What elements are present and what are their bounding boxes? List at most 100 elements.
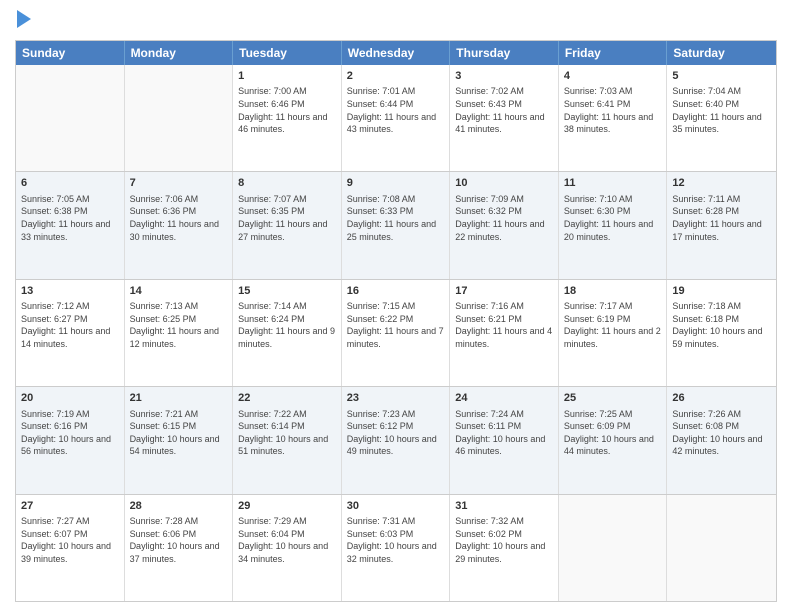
day-number: 18 [564,284,662,299]
calendar-cell: 12 Sunrise: 7:11 AM Sunset: 6:28 PM Dayli… [667,172,776,278]
calendar-cell: 11 Sunrise: 7:10 AM Sunset: 6:30 PM Dayli… [559,172,668,278]
cell-detail: Sunrise: 7:07 AM Sunset: 6:35 PM Dayligh… [238,193,336,243]
cell-detail: Sunrise: 7:00 AM Sunset: 6:46 PM Dayligh… [238,85,336,135]
calendar-row: 1Sunrise: 7:00 AM Sunset: 6:46 PM Daylig… [16,65,776,171]
calendar-cell [667,495,776,601]
cell-detail: Sunrise: 7:21 AM Sunset: 6:15 PM Dayligh… [130,408,228,458]
cell-detail: Sunrise: 7:15 AM Sunset: 6:22 PM Dayligh… [347,300,445,350]
cell-detail: Sunrise: 7:05 AM Sunset: 6:38 PM Dayligh… [21,193,119,243]
calendar-cell: 19Sunrise: 7:18 AM Sunset: 6:18 PM Dayli… [667,280,776,386]
day-number: 15 [238,284,336,299]
day-number: 23 [347,391,445,406]
cell-detail: Sunrise: 7:31 AM Sunset: 6:03 PM Dayligh… [347,515,445,565]
cell-detail: Sunrise: 7:17 AM Sunset: 6:19 PM Dayligh… [564,300,662,350]
calendar-cell: 24 Sunrise: 7:24 AM Sunset: 6:11 PM Dayli… [450,387,559,493]
day-number: 7 [130,176,228,191]
day-of-week-header: Friday [559,41,668,65]
day-number: 28 [130,499,228,514]
day-number: 26 [672,391,771,406]
calendar-cell: 8 Sunrise: 7:07 AM Sunset: 6:35 PM Daylig… [233,172,342,278]
day-number: 20 [21,391,119,406]
day-of-week-header: Saturday [667,41,776,65]
cell-detail: Sunrise: 7:01 AM Sunset: 6:44 PM Dayligh… [347,85,445,135]
day-of-week-header: Sunday [16,41,125,65]
cell-detail: Sunrise: 7:23 AM Sunset: 6:12 PM Dayligh… [347,408,445,458]
calendar-cell: 30Sunrise: 7:31 AM Sunset: 6:03 PM Dayli… [342,495,451,601]
cell-detail: Sunrise: 7:25 AM Sunset: 6:09 PM Dayligh… [564,408,662,458]
calendar-cell [559,495,668,601]
calendar-cell: 2Sunrise: 7:01 AM Sunset: 6:44 PM Daylig… [342,65,451,171]
cell-detail: Sunrise: 7:32 AM Sunset: 6:02 PM Dayligh… [455,515,553,565]
calendar-cell [125,65,234,171]
cell-detail: Sunrise: 7:11 AM Sunset: 6:28 PM Dayligh… [672,193,771,243]
cell-detail: Sunrise: 7:09 AM Sunset: 6:32 PM Dayligh… [455,193,553,243]
day-number: 10 [455,176,553,191]
day-of-week-header: Wednesday [342,41,451,65]
calendar-cell: 26 Sunrise: 7:26 AM Sunset: 6:08 PM Dayli… [667,387,776,493]
cell-detail: Sunrise: 7:10 AM Sunset: 6:30 PM Dayligh… [564,193,662,243]
calendar-row: 13Sunrise: 7:12 AM Sunset: 6:27 PM Dayli… [16,279,776,386]
calendar-body: 1Sunrise: 7:00 AM Sunset: 6:46 PM Daylig… [16,65,776,601]
cell-detail: Sunrise: 7:12 AM Sunset: 6:27 PM Dayligh… [21,300,119,350]
logo [15,10,31,32]
day-number: 2 [347,69,445,84]
calendar-cell [16,65,125,171]
calendar-cell: 16Sunrise: 7:15 AM Sunset: 6:22 PM Dayli… [342,280,451,386]
header [15,10,777,32]
calendar-cell: 9 Sunrise: 7:08 AM Sunset: 6:33 PM Daylig… [342,172,451,278]
calendar-cell: 28Sunrise: 7:28 AM Sunset: 6:06 PM Dayli… [125,495,234,601]
calendar-cell: 20Sunrise: 7:19 AM Sunset: 6:16 PM Dayli… [16,387,125,493]
day-number: 19 [672,284,771,299]
day-number: 27 [21,499,119,514]
cell-detail: Sunrise: 7:18 AM Sunset: 6:18 PM Dayligh… [672,300,771,350]
calendar-cell: 17Sunrise: 7:16 AM Sunset: 6:21 PM Dayli… [450,280,559,386]
day-number: 17 [455,284,553,299]
cell-detail: Sunrise: 7:14 AM Sunset: 6:24 PM Dayligh… [238,300,336,350]
day-number: 31 [455,499,553,514]
cell-detail: Sunrise: 7:29 AM Sunset: 6:04 PM Dayligh… [238,515,336,565]
day-number: 21 [130,391,228,406]
cell-detail: Sunrise: 7:04 AM Sunset: 6:40 PM Dayligh… [672,85,771,135]
day-of-week-header: Monday [125,41,234,65]
day-number: 8 [238,176,336,191]
day-number: 12 [672,176,771,191]
calendar-cell: 27Sunrise: 7:27 AM Sunset: 6:07 PM Dayli… [16,495,125,601]
calendar-header: SundayMondayTuesdayWednesdayThursdayFrid… [16,41,776,65]
cell-detail: Sunrise: 7:03 AM Sunset: 6:41 PM Dayligh… [564,85,662,135]
day-number: 4 [564,69,662,84]
cell-detail: Sunrise: 7:22 AM Sunset: 6:14 PM Dayligh… [238,408,336,458]
day-number: 24 [455,391,553,406]
calendar-row: 6Sunrise: 7:05 AM Sunset: 6:38 PM Daylig… [16,171,776,278]
cell-detail: Sunrise: 7:26 AM Sunset: 6:08 PM Dayligh… [672,408,771,458]
day-number: 1 [238,69,336,84]
cell-detail: Sunrise: 7:08 AM Sunset: 6:33 PM Dayligh… [347,193,445,243]
calendar-cell: 3Sunrise: 7:02 AM Sunset: 6:43 PM Daylig… [450,65,559,171]
page: SundayMondayTuesdayWednesdayThursdayFrid… [0,0,792,612]
calendar-cell: 21 Sunrise: 7:21 AM Sunset: 6:15 PM Dayli… [125,387,234,493]
cell-detail: Sunrise: 7:13 AM Sunset: 6:25 PM Dayligh… [130,300,228,350]
cell-detail: Sunrise: 7:02 AM Sunset: 6:43 PM Dayligh… [455,85,553,135]
calendar-cell: 14Sunrise: 7:13 AM Sunset: 6:25 PM Dayli… [125,280,234,386]
cell-detail: Sunrise: 7:28 AM Sunset: 6:06 PM Dayligh… [130,515,228,565]
calendar-cell: 4Sunrise: 7:03 AM Sunset: 6:41 PM Daylig… [559,65,668,171]
calendar-cell: 10 Sunrise: 7:09 AM Sunset: 6:32 PM Dayli… [450,172,559,278]
day-number: 16 [347,284,445,299]
logo-arrow-icon [17,10,31,28]
calendar-row: 20Sunrise: 7:19 AM Sunset: 6:16 PM Dayli… [16,386,776,493]
calendar-cell: 29Sunrise: 7:29 AM Sunset: 6:04 PM Dayli… [233,495,342,601]
calendar-cell: 23 Sunrise: 7:23 AM Sunset: 6:12 PM Dayli… [342,387,451,493]
day-number: 29 [238,499,336,514]
cell-detail: Sunrise: 7:24 AM Sunset: 6:11 PM Dayligh… [455,408,553,458]
calendar: SundayMondayTuesdayWednesdayThursdayFrid… [15,40,777,602]
cell-detail: Sunrise: 7:27 AM Sunset: 6:07 PM Dayligh… [21,515,119,565]
calendar-cell: 6Sunrise: 7:05 AM Sunset: 6:38 PM Daylig… [16,172,125,278]
day-number: 11 [564,176,662,191]
calendar-cell: 22Sunrise: 7:22 AM Sunset: 6:14 PM Dayli… [233,387,342,493]
day-number: 9 [347,176,445,191]
day-number: 5 [672,69,771,84]
cell-detail: Sunrise: 7:16 AM Sunset: 6:21 PM Dayligh… [455,300,553,350]
day-of-week-header: Tuesday [233,41,342,65]
logo-text [15,10,31,32]
calendar-cell: 13Sunrise: 7:12 AM Sunset: 6:27 PM Dayli… [16,280,125,386]
calendar-cell: 31Sunrise: 7:32 AM Sunset: 6:02 PM Dayli… [450,495,559,601]
